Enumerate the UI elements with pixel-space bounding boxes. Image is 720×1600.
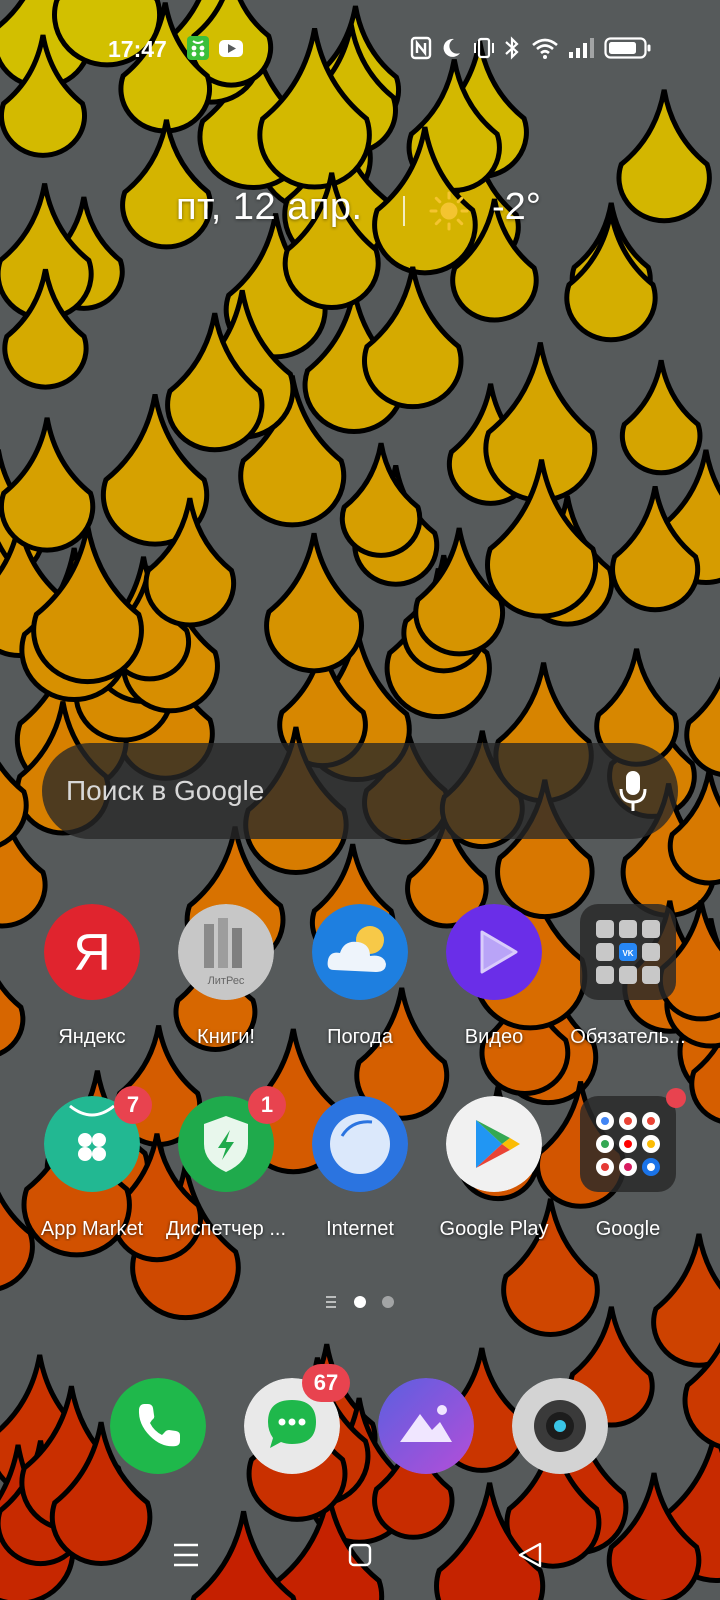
- app-app-market[interactable]: 7 App Market: [22, 1086, 162, 1256]
- menu-icon[interactable]: [156, 1530, 216, 1580]
- svg-text:VK: VK: [622, 949, 633, 958]
- divider: [403, 196, 405, 226]
- google-search-bar[interactable]: Поиск в Google: [42, 743, 678, 839]
- notification-badge: 1: [248, 1086, 286, 1124]
- search-placeholder: Поиск в Google: [66, 775, 265, 806]
- wallpaper-drop: [362, 266, 464, 410]
- signal-icon: [569, 38, 594, 58]
- page-indicator[interactable]: [0, 1292, 720, 1312]
- folder-icon: VK: [580, 904, 676, 1000]
- yandex-icon: Я: [44, 904, 140, 1000]
- google-play-icon: [446, 1096, 542, 1192]
- bluetooth-icon: [505, 36, 519, 60]
- app-phone-manager[interactable]: 1 Диспетчер ...: [156, 1086, 296, 1256]
- sun-icon[interactable]: [428, 190, 470, 232]
- dock-gallery[interactable]: [378, 1378, 474, 1474]
- status-time: 17:47: [108, 36, 167, 62]
- app-video[interactable]: Видео: [424, 904, 564, 1064]
- app-label: Видео: [464, 1026, 524, 1048]
- weather-icon: [312, 904, 408, 1000]
- nfc-icon: [410, 36, 432, 60]
- date-label[interactable]: пт, 12 апр.: [176, 186, 363, 229]
- google-folder-icon: [580, 1096, 676, 1192]
- dock-phone[interactable]: [110, 1378, 206, 1474]
- home-icon[interactable]: [330, 1530, 390, 1580]
- wifi-icon: [532, 38, 558, 59]
- status-bar: 17:47: [0, 0, 720, 96]
- shopping-bag-icon: [187, 36, 209, 60]
- notification-badge: 7: [114, 1086, 152, 1124]
- browser-icon: [312, 1096, 408, 1192]
- app-label: Internet: [326, 1218, 394, 1240]
- page-dot-active: [354, 1296, 366, 1308]
- svg-text:Я: Я: [73, 924, 111, 982]
- wallpaper-drop: [339, 442, 423, 558]
- wallpaper-drop: [619, 359, 703, 476]
- app-label: Яндекс: [58, 1026, 126, 1048]
- folder-required-apps[interactable]: VK Обязатель...: [558, 904, 698, 1064]
- wallpaper-drop: [264, 532, 364, 674]
- wallpaper-drop: [0, 417, 96, 553]
- app-label: Google: [595, 1218, 661, 1240]
- notification-badge: 67: [302, 1364, 350, 1402]
- youtube-icon: [219, 40, 243, 57]
- battery-icon: [604, 37, 651, 59]
- app-label: App Market: [40, 1218, 144, 1240]
- gallery-icon: [378, 1378, 474, 1474]
- list-indicator-icon: [326, 1296, 336, 1308]
- notification-dot: [666, 1088, 686, 1108]
- temperature-label[interactable]: -2°: [492, 186, 541, 229]
- navigation-bar: [0, 1530, 720, 1580]
- app-yandex[interactable]: Я Яндекс: [22, 904, 162, 1064]
- app-internet[interactable]: Internet: [290, 1096, 430, 1256]
- video-icon: [446, 904, 542, 1000]
- wallpaper-drop: [684, 676, 720, 777]
- app-weather[interactable]: Погода: [290, 904, 430, 1064]
- app-label: Диспетчер ...: [165, 1218, 287, 1240]
- folder-google[interactable]: Google: [558, 1088, 698, 1256]
- phone-icon: [110, 1378, 206, 1474]
- app-books[interactable]: ЛитРес Книги!: [156, 904, 296, 1064]
- litres-icon: ЛитРес: [178, 904, 274, 1000]
- camera-icon: [512, 1378, 608, 1474]
- page-dot: [382, 1296, 394, 1308]
- moon-icon: [443, 38, 460, 57]
- svg-text:ЛитРес: ЛитРес: [208, 975, 245, 987]
- date-weather-widget[interactable]: пт, 12 апр. -2°: [0, 186, 720, 236]
- app-label: Погода: [327, 1026, 393, 1048]
- app-label: Книги!: [197, 1026, 255, 1048]
- vibrate-icon: [474, 37, 494, 59]
- mic-icon[interactable]: [618, 769, 648, 813]
- dock-camera[interactable]: [512, 1378, 608, 1474]
- app-label: Google Play: [439, 1218, 549, 1240]
- back-icon[interactable]: [500, 1530, 560, 1580]
- app-label: Обязатель...: [570, 1026, 686, 1048]
- app-google-play[interactable]: Google Play: [424, 1096, 564, 1256]
